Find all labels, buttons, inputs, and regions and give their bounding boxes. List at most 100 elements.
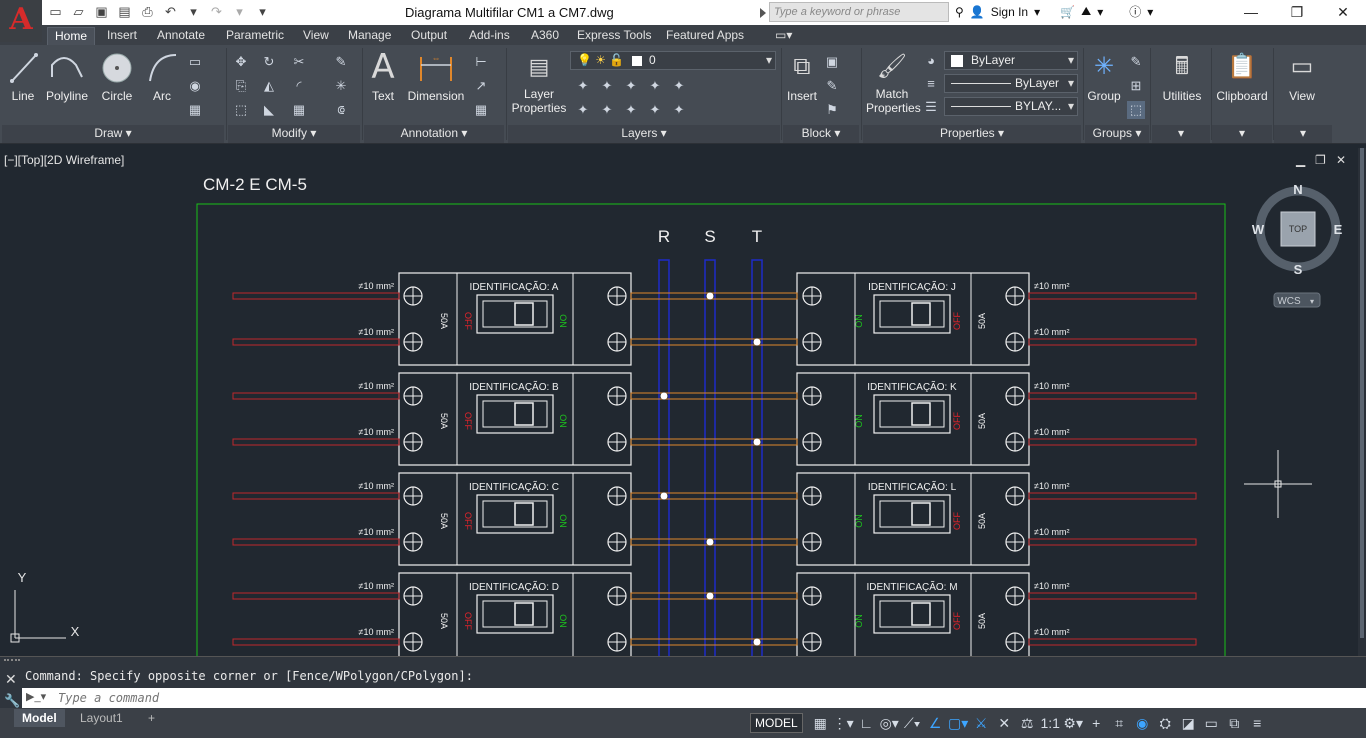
- lineweight-icon[interactable]: ☰: [922, 98, 940, 116]
- groups-panel-label[interactable]: Groups ▾: [1085, 125, 1149, 143]
- layer-tool-7-icon[interactable]: ✦: [598, 101, 616, 119]
- move-icon[interactable]: ✥: [232, 53, 250, 71]
- exchange-dropdown-icon[interactable]: ▾: [1097, 5, 1103, 19]
- annotation-scale-icon[interactable]: ⚖: [1016, 711, 1039, 735]
- exchange-icon[interactable]: ⛰: [1081, 4, 1091, 19]
- command-line-grip[interactable]: [4, 659, 20, 667]
- command-input[interactable]: [58, 690, 1338, 706]
- lineweight-dropdown[interactable]: BYLAY...: [944, 97, 1078, 116]
- help-icon[interactable]: ⓘ: [1129, 3, 1141, 20]
- graphics-performance-icon[interactable]: ▭: [1200, 711, 1223, 735]
- application-menu-button[interactable]: A: [0, 0, 42, 42]
- tab-a360[interactable]: A360: [524, 27, 566, 45]
- sign-in-link[interactable]: Sign In: [991, 5, 1028, 19]
- compass-south[interactable]: S: [1294, 262, 1303, 277]
- circle-button[interactable]: Circle: [99, 47, 135, 103]
- tab-home[interactable]: Home: [47, 27, 96, 45]
- group-button[interactable]: ✳ Group: [1086, 47, 1122, 103]
- color-dropdown[interactable]: ByLayer: [944, 51, 1078, 70]
- customize-qat-icon[interactable]: ▾: [253, 3, 272, 21]
- layer-tool-6-icon[interactable]: ✦: [574, 101, 592, 119]
- trim-icon[interactable]: ✂: [290, 53, 308, 71]
- drawing-viewport[interactable]: [−][Top][2D Wireframe] ▁ ❐ ✕ CM-2 E CM-5…: [0, 148, 1358, 656]
- layer-tool-3-icon[interactable]: ✦: [622, 77, 640, 95]
- clipboard-panel-expander[interactable]: ▾: [1212, 125, 1272, 143]
- wcs-dropdown-icon[interactable]: ▾: [1310, 297, 1314, 306]
- undo-icon[interactable]: ↶: [161, 3, 180, 21]
- sign-in-dropdown-icon[interactable]: ▾: [1034, 5, 1040, 19]
- mirror-icon[interactable]: ◭: [260, 77, 278, 95]
- copy-icon[interactable]: ⎘: [232, 77, 250, 95]
- draw-panel-label[interactable]: Draw ▾: [2, 125, 224, 143]
- color-wheel-icon[interactable]: ◕: [922, 52, 940, 70]
- edit-block-icon[interactable]: ✎: [823, 77, 841, 95]
- scrollbar-thumb[interactable]: [1360, 148, 1364, 638]
- tab-view[interactable]: View: [296, 27, 336, 45]
- minimize-button[interactable]: —: [1228, 0, 1274, 25]
- erase-icon[interactable]: ✎: [332, 53, 350, 71]
- ungroup-icon[interactable]: ✎: [1127, 53, 1145, 71]
- modify-panel-label[interactable]: Modify ▾: [228, 125, 360, 143]
- user-icon[interactable]: 👤: [970, 5, 985, 19]
- gradient-icon[interactable]: ▦: [186, 101, 204, 119]
- compass-north[interactable]: N: [1293, 182, 1302, 197]
- array-icon[interactable]: ▦: [290, 101, 308, 119]
- layer-tool-9-icon[interactable]: ✦: [646, 101, 664, 119]
- command-customize-icon[interactable]: 🔧: [4, 693, 20, 709]
- auto-scale-icon[interactable]: ✕: [993, 711, 1016, 735]
- tab-parametric[interactable]: Parametric: [219, 27, 291, 45]
- line-button[interactable]: Line: [6, 47, 40, 103]
- object-snap-tracking-icon[interactable]: ∠: [924, 711, 947, 735]
- layer-tool-4-icon[interactable]: ✦: [646, 77, 664, 95]
- ribbon-options-icon[interactable]: ▭▾: [768, 27, 799, 45]
- compass-east[interactable]: E: [1334, 222, 1343, 237]
- save-as-icon[interactable]: ▤: [115, 3, 134, 21]
- maximize-button[interactable]: ❐: [1274, 0, 1320, 25]
- utilities-button[interactable]: 🖩 Utilities: [1158, 47, 1206, 103]
- cart-icon[interactable]: 🛒: [1060, 5, 1075, 19]
- isolate-objects-icon[interactable]: ◪: [1177, 711, 1200, 735]
- layer-tool-8-icon[interactable]: ✦: [622, 101, 640, 119]
- undo-dropdown-icon[interactable]: ▾: [184, 3, 203, 21]
- ortho-icon[interactable]: ∟: [855, 711, 878, 735]
- text-button[interactable]: A Text: [366, 47, 400, 103]
- lock-ui-icon[interactable]: ⛭: [1154, 711, 1177, 735]
- save-icon[interactable]: ▣: [92, 3, 111, 21]
- layer-dropdown[interactable]: 💡 ☀ 🔓 0: [570, 51, 776, 70]
- compass-west[interactable]: W: [1252, 222, 1265, 237]
- fillet-icon[interactable]: ◜: [290, 77, 308, 95]
- tab-featured-apps[interactable]: Featured Apps: [659, 27, 751, 45]
- linetype-icon[interactable]: ≡: [922, 75, 940, 93]
- block-attribute-icon[interactable]: ⚑: [823, 101, 841, 119]
- customization-icon[interactable]: ≡: [1246, 711, 1269, 735]
- clipboard-button[interactable]: 📋 Clipboard: [1214, 47, 1270, 103]
- annotation-scale-value[interactable]: 1:1: [1039, 711, 1062, 735]
- group-edit-icon[interactable]: ⊞: [1127, 77, 1145, 95]
- leader-icon[interactable]: ↗: [472, 77, 490, 95]
- match-properties-button[interactable]: 🖌 Match Properties: [866, 47, 921, 115]
- tab-manage[interactable]: Manage: [341, 27, 398, 45]
- binoculars-icon[interactable]: ⚲: [955, 5, 964, 19]
- workspace-gear-icon[interactable]: ⚙▾: [1062, 711, 1085, 735]
- table-icon[interactable]: ▦: [472, 101, 490, 119]
- isodraft-icon[interactable]: ⟋▾: [901, 711, 924, 735]
- tab-insert[interactable]: Insert: [100, 27, 144, 45]
- quick-properties-icon[interactable]: ◉: [1131, 711, 1154, 735]
- layer-tool-5-icon[interactable]: ✦: [670, 77, 688, 95]
- object-snap-icon[interactable]: ▢▾: [947, 711, 970, 735]
- utilities-panel-expander[interactable]: ▾: [1152, 125, 1210, 143]
- rectangle-icon[interactable]: ▭: [186, 53, 204, 71]
- redo-dropdown-icon[interactable]: ▾: [230, 3, 249, 21]
- tab-express-tools[interactable]: Express Tools: [570, 27, 658, 45]
- tab-output[interactable]: Output: [404, 27, 454, 45]
- grid-icon[interactable]: ▦: [809, 711, 832, 735]
- dimension-button[interactable]: ⇔ Dimension: [405, 47, 467, 103]
- insert-block-button[interactable]: ⧉ Insert: [785, 47, 819, 103]
- clean-screen-icon[interactable]: ⧉: [1223, 711, 1246, 735]
- view-button[interactable]: ▭ View: [1280, 47, 1324, 103]
- tab-annotate[interactable]: Annotate: [150, 27, 212, 45]
- add-layout-button[interactable]: +: [140, 709, 163, 727]
- tab-model[interactable]: Model: [14, 709, 65, 727]
- create-block-icon[interactable]: ▣: [823, 53, 841, 71]
- layer-properties-button[interactable]: ▤ Layer Properties: [511, 47, 567, 115]
